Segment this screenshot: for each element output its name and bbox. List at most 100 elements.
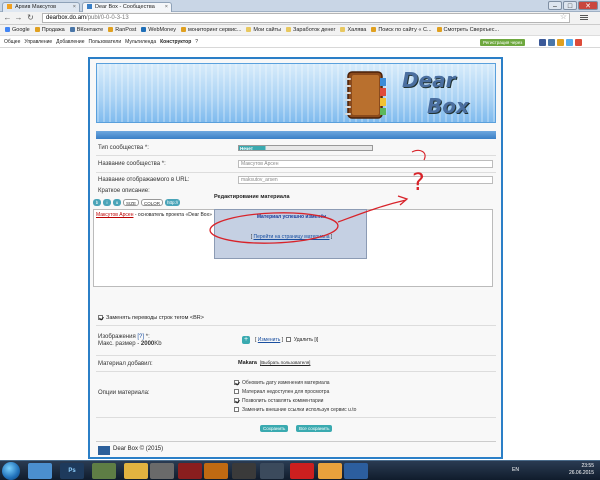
bookmark-item[interactable]: RanPost	[107, 25, 136, 35]
admin-link[interactable]: Общее	[4, 36, 20, 48]
bookmark-item[interactable]: Поиск по сайту « С...	[370, 25, 432, 35]
image-label: Изображения	[98, 334, 136, 340]
options-label: Опции материала:	[98, 390, 150, 396]
steam-taskbar-icon[interactable]	[260, 463, 284, 479]
start-button[interactable]	[2, 462, 20, 480]
google-plus-icon[interactable]	[575, 39, 582, 46]
underline-button[interactable]: u	[113, 199, 121, 206]
br-option[interactable]: Заменять переводы строк тегом <BR>	[98, 315, 204, 321]
windows-taskbar: Ps EN 23:55 26.06.2015	[0, 460, 600, 480]
folder-icon	[286, 27, 292, 33]
minimize-button[interactable]: –	[548, 1, 562, 10]
admin-link[interactable]: Мультиленда	[125, 36, 156, 48]
bookmark-label: Продажа	[41, 27, 65, 33]
reload-icon[interactable]: ↻	[26, 13, 35, 23]
option-label: Позволить оставлять комментарии	[242, 398, 324, 404]
tab-archive[interactable]: Архив Максутов ×	[2, 2, 80, 12]
maximize-button[interactable]: □	[563, 1, 577, 10]
odnoklassniki-icon[interactable]	[557, 39, 564, 46]
image-max-unit: Kb	[154, 341, 162, 347]
admin-link[interactable]: Пользователи	[89, 36, 122, 48]
delete-image-checkbox[interactable]	[285, 337, 291, 343]
color-dropdown[interactable]: COLOR	[141, 199, 164, 206]
option-checkbox[interactable]	[234, 389, 239, 395]
app-taskbar-icon[interactable]	[150, 463, 174, 479]
name-input[interactable]: Максутов Арсен	[238, 160, 493, 168]
bookmark-item[interactable]: Халява	[339, 25, 367, 35]
material-option[interactable]: Обновить дату изменения материала	[234, 380, 330, 386]
add-image-button[interactable]: +	[242, 336, 250, 344]
material-option[interactable]: Заменить внешние ссылки используя сервис…	[234, 407, 356, 413]
bookmark-star-icon[interactable]: ☆	[560, 13, 567, 21]
bookmark-item[interactable]: Google	[4, 25, 30, 35]
bookmark-item[interactable]: мониторинг сервис...	[180, 25, 241, 35]
twitter-icon[interactable]	[566, 39, 573, 46]
bookmark-label: WebMoney	[148, 27, 177, 33]
url-host: dearbox.do.am	[46, 15, 87, 21]
choose-user-link[interactable]: Выбрать пользователя	[261, 360, 309, 365]
app-taskbar-icon[interactable]	[232, 463, 256, 479]
admin-link[interactable]: Конструктор	[160, 36, 191, 48]
bookmark-item[interactable]: Мои сайты	[245, 25, 282, 35]
language-indicator[interactable]: EN	[512, 467, 519, 473]
option-checkbox[interactable]	[234, 398, 239, 404]
logo-text-box: Box	[427, 94, 469, 118]
back-arrow-icon[interactable]: ←	[3, 13, 12, 23]
close-tab-icon[interactable]: ×	[165, 4, 168, 10]
facebook-icon[interactable]	[539, 39, 546, 46]
url-input[interactable]: maksutov_arsen	[238, 176, 493, 184]
address-bar[interactable]: dearbox.do.am/publ/0-0-0-3-13 ☆	[42, 13, 570, 23]
folder-taskbar-icon[interactable]	[124, 463, 148, 479]
change-image-link[interactable]: Изменить	[258, 337, 281, 343]
clock-date: 26.06.2015	[568, 470, 594, 476]
save-button[interactable]: Сохранить	[260, 425, 289, 432]
chrome-taskbar-icon[interactable]	[318, 463, 342, 479]
site-banner: Dear Box	[96, 63, 496, 123]
browser-toolbar: ← → ↻ dearbox.do.am/publ/0-0-0-3-13 ☆	[0, 12, 600, 25]
bookmark-item[interactable]: Продажа	[34, 25, 65, 35]
material-option[interactable]: Позволить оставлять комментарии	[234, 398, 323, 404]
close-tab-icon[interactable]: ×	[73, 4, 76, 10]
explorer-taskbar-icon[interactable]	[28, 463, 52, 479]
br-checkbox[interactable]	[98, 315, 103, 321]
bold-button[interactable]: b	[93, 199, 101, 206]
game-taskbar-icon[interactable]	[178, 463, 202, 479]
popup-link-suffix: ]	[329, 234, 333, 240]
photoshop-taskbar-icon[interactable]: Ps	[60, 463, 84, 479]
app-taskbar-icon[interactable]	[204, 463, 228, 479]
material-option[interactable]: Материал недоступен для просмотра	[234, 389, 329, 395]
close-window-button[interactable]: ✕	[578, 1, 598, 10]
tab-dearbox[interactable]: Dear Box - Сообщества ×	[82, 2, 172, 12]
logo-text-dear: Dear	[402, 68, 456, 92]
description-link[interactable]: Максутов Арсен	[96, 212, 133, 218]
register-via-label[interactable]: Регистрация через	[480, 39, 526, 46]
window-titlebar: Архив Максутов × Dear Box - Сообщества × –…	[0, 0, 600, 12]
option-checkbox[interactable]	[234, 407, 239, 413]
vk-icon[interactable]	[548, 39, 555, 46]
image-help-link[interactable]: [?]	[137, 334, 144, 340]
admin-link[interactable]: Управление	[24, 36, 52, 48]
size-dropdown[interactable]: SIZE	[123, 199, 140, 206]
bookmark-label: Халява	[347, 27, 367, 33]
save-all-button[interactable]: Все сохранить	[296, 425, 333, 432]
forward-arrow-icon[interactable]: →	[14, 13, 23, 23]
app-taskbar-icon[interactable]	[92, 463, 116, 479]
popup-goto-link[interactable]: Перейти на страницу материала	[254, 234, 330, 240]
link-button[interactable]: http://	[165, 199, 181, 206]
bookmark-item[interactable]: ВКонтакте	[69, 25, 103, 35]
app-taskbar-icon[interactable]	[344, 463, 368, 479]
bookmark-item[interactable]: WebMoney	[140, 25, 177, 35]
clock[interactable]: 23:55 26.06.2015	[569, 463, 594, 477]
browser-menu-icon[interactable]	[580, 14, 588, 22]
option-checkbox[interactable]	[234, 380, 239, 386]
admin-link[interactable]: ?	[195, 36, 198, 48]
opera-taskbar-icon[interactable]	[290, 463, 314, 479]
added-by-user: Makara	[238, 360, 257, 366]
bookmark-item[interactable]: Смотреть Сверхъес...	[436, 25, 499, 35]
bookmark-item[interactable]: Заработок денег	[285, 25, 335, 35]
type-select[interactable]: Нечет	[238, 145, 373, 151]
description-label: Краткое описание:	[98, 188, 150, 194]
bookmark-label: Мои сайты	[253, 27, 282, 33]
italic-button[interactable]: i	[103, 199, 111, 206]
admin-link[interactable]: Добавление	[56, 36, 84, 48]
